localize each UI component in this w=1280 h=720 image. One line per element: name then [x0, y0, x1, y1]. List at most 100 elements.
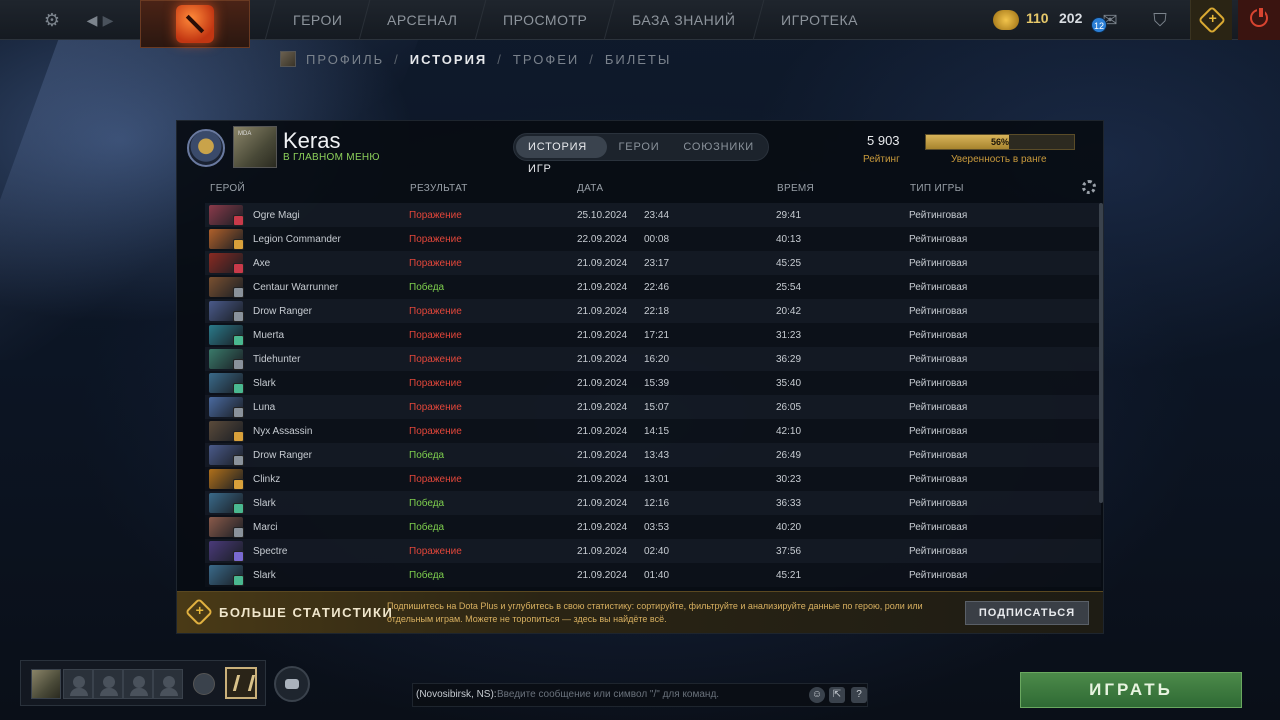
match-clock: 15:39	[644, 378, 670, 389]
col-mode[interactable]: ТИП ИГРЫ	[910, 183, 964, 194]
avatar[interactable]: MDA	[233, 126, 277, 168]
match-result: Поражение	[409, 402, 462, 413]
party-slot-empty[interactable]	[93, 669, 123, 699]
nav-learn[interactable]: БАЗА ЗНАНИЙ	[603, 0, 763, 40]
nav-armory[interactable]: АРСЕНАЛ	[359, 0, 486, 40]
dota-plus-button[interactable]	[1190, 0, 1232, 40]
match-duration: 40:20	[776, 522, 802, 533]
nav-watch[interactable]: ПРОСМОТР	[474, 0, 615, 40]
chat-input-placeholder[interactable]: Введите сообщение или символ "/" для ком…	[497, 689, 719, 700]
col-date[interactable]: ДАТА	[577, 183, 603, 194]
table-row[interactable]: Slark Поражение 21.09.2024 15:39 35:40 Рейтин…	[205, 371, 1101, 395]
role-icon	[233, 527, 244, 538]
notification-badge: 12	[1091, 17, 1107, 33]
table-settings-gear-icon[interactable]	[1082, 180, 1096, 194]
hero-name: Legion Commander	[253, 234, 341, 245]
play-button[interactable]: ИГРАТЬ	[1020, 672, 1242, 708]
table-row[interactable]: Ogre Magi Поражение 25.10.2024 23:44 29:41 Ре…	[205, 203, 1101, 227]
match-date: 21.09.2024	[577, 378, 628, 389]
tab-match-history[interactable]: ИСТОРИЯ ИГР	[516, 136, 607, 175]
table-row[interactable]: Slark Победа 21.09.2024 12:16 36:33 Рейтингов…	[205, 491, 1101, 515]
subscribe-button[interactable]: ПОДПИСАТЬСЯ	[965, 601, 1089, 625]
avatar-small	[280, 51, 296, 67]
match-date: 21.09.2024	[577, 474, 628, 485]
party-slot-self[interactable]	[31, 669, 61, 699]
scrollbar[interactable]	[1099, 203, 1103, 503]
table-row[interactable]: Luna Поражение 21.09.2024 15:07 26:05 Рейтинг…	[205, 395, 1101, 419]
match-result: Поражение	[409, 306, 462, 317]
table-row[interactable]: Tidehunter Поражение 21.09.2024 16:20 36:29 Р…	[205, 347, 1101, 371]
hero-name: Drow Ranger	[253, 306, 312, 317]
rating-value: 5 903	[867, 133, 900, 148]
match-history-panel: MDA Keras В ГЛАВНОМ МЕНЮ ИСТОРИЯ ИГР ГЕР…	[176, 120, 1104, 634]
forward-arrow-icon[interactable]: ▶	[96, 8, 120, 32]
match-duration: 26:49	[776, 450, 802, 461]
match-date: 21.09.2024	[577, 330, 628, 341]
match-date: 21.09.2024	[577, 546, 628, 557]
quit-button[interactable]	[1238, 0, 1280, 40]
chat-expand-icon[interactable]: ⇱	[829, 687, 845, 703]
table-row[interactable]: Slark Победа 21.09.2024 01:40 45:21 Рейтингов…	[205, 563, 1101, 587]
hero-name: Luna	[253, 402, 276, 413]
table-row[interactable]: Drow Ranger Победа 21.09.2024 13:43 26:49 Рей…	[205, 443, 1101, 467]
table-row[interactable]: Spectre Поражение 21.09.2024 02:40 37:56 Рейт…	[205, 539, 1101, 563]
dota-home-button[interactable]	[140, 0, 250, 48]
table-row[interactable]: Centaur Warrunner Победа 21.09.2024 22:46 25…	[205, 275, 1101, 299]
match-result: Поражение	[409, 378, 462, 389]
friends-button[interactable]	[274, 666, 310, 702]
chat-bar[interactable]: (Novosibirsk, NS): Введите сообщение или…	[412, 683, 868, 707]
match-clock: 13:43	[644, 450, 670, 461]
game-mode: Рейтинговая	[909, 402, 968, 413]
match-duration: 26:05	[776, 402, 802, 413]
match-result: Поражение	[409, 474, 462, 485]
armory-shield-icon[interactable]: ⛉	[1148, 8, 1172, 32]
party-bar	[20, 660, 266, 706]
party-settings-icon[interactable]	[193, 673, 215, 695]
gold-coin-icon[interactable]	[993, 10, 1019, 30]
role-icon	[233, 287, 244, 298]
match-result: Победа	[409, 570, 445, 581]
nav-arcade[interactable]: ИГРОТЕКА	[752, 0, 885, 40]
role-icon	[233, 383, 244, 394]
party-slot-empty[interactable]	[123, 669, 153, 699]
party-rank-icon[interactable]	[225, 667, 257, 699]
emoji-icon[interactable]: ☺	[809, 687, 825, 703]
settings-gear-icon[interactable]: ⚙	[40, 8, 64, 32]
subnav-tickets[interactable]: БИЛЕТЫ	[605, 52, 672, 67]
party-slot-empty[interactable]	[153, 669, 183, 699]
table-row[interactable]: Drow Ranger Поражение 21.09.2024 22:18 20:42…	[205, 299, 1101, 323]
table-row[interactable]: Marci Победа 21.09.2024 03:53 40:20 Рейтингов…	[205, 515, 1101, 539]
match-duration: 30:23	[776, 474, 802, 485]
role-icon	[233, 575, 244, 586]
tab-heroes[interactable]: ГЕРОИ	[607, 136, 672, 158]
match-clock: 14:15	[644, 426, 670, 437]
game-mode: Рейтинговая	[909, 522, 968, 533]
match-clock: 16:20	[644, 354, 670, 365]
table-row[interactable]: Nyx Assassin Поражение 21.09.2024 14:15 42:1…	[205, 419, 1101, 443]
match-clock: 01:40	[644, 570, 670, 581]
col-hero[interactable]: ГЕРОЙ	[210, 183, 245, 194]
match-date: 25.10.2024	[577, 210, 628, 221]
dota-logo-icon	[176, 5, 214, 43]
user-silhouette-icon	[100, 676, 118, 696]
user-silhouette-icon	[130, 676, 148, 696]
subnav-separator: /	[497, 51, 503, 67]
subnav-history[interactable]: ИСТОРИЯ	[410, 52, 488, 67]
party-slot-empty[interactable]	[63, 669, 93, 699]
subnav-separator: /	[394, 51, 400, 67]
col-result[interactable]: РЕЗУЛЬТАТ	[410, 183, 468, 194]
rating-label: Рейтинг	[863, 154, 900, 165]
subnav-profile[interactable]: ПРОФИЛЬ	[306, 52, 384, 67]
table-row[interactable]: Muerta Поражение 21.09.2024 17:21 31:23 Рейти…	[205, 323, 1101, 347]
chat-help-icon[interactable]: ?	[851, 687, 867, 703]
table-row[interactable]: Axe Поражение 21.09.2024 23:17 45:25 Рейтинго…	[205, 251, 1101, 275]
match-duration: 36:29	[776, 354, 802, 365]
game-mode: Рейтинговая	[909, 210, 968, 221]
table-row[interactable]: Legion Commander Поражение 22.09.2024 00:08…	[205, 227, 1101, 251]
table-row[interactable]: Clinkz Поражение 21.09.2024 13:01 30:23 Рейти…	[205, 467, 1101, 491]
main-nav: ГЕРОИ АРСЕНАЛ ПРОСМОТР БАЗА ЗНАНИЙ ИГРОТ…	[264, 0, 885, 40]
nav-heroes[interactable]: ГЕРОИ	[264, 0, 370, 40]
tab-allies[interactable]: СОЮЗНИКИ	[671, 136, 766, 158]
col-time[interactable]: ВРЕМЯ	[777, 183, 814, 194]
subnav-trophies[interactable]: ТРОФЕИ	[513, 52, 579, 67]
